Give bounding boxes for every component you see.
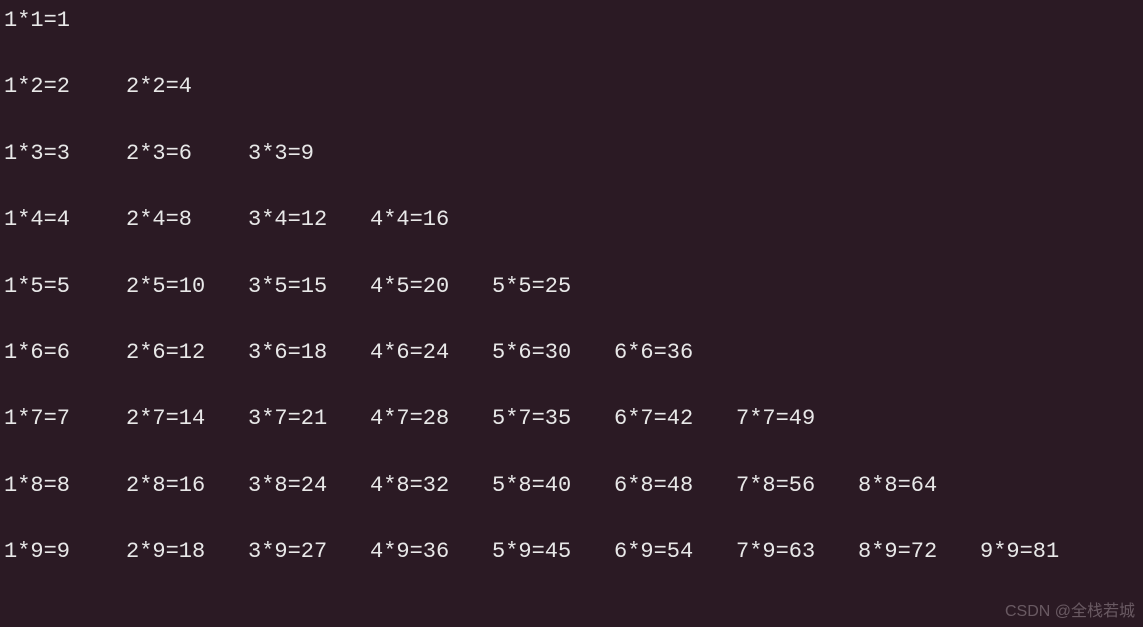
table-cell: 2*4=8 <box>126 207 248 233</box>
table-cell: 1*4=4 <box>4 207 126 233</box>
table-cell: 3*4=12 <box>248 207 370 233</box>
table-cell: 7*9=63 <box>736 539 858 565</box>
table-cell: 5*9=45 <box>492 539 614 565</box>
table-cell: 3*3=9 <box>248 141 370 167</box>
table-cell: 1*1=1 <box>4 8 126 34</box>
table-cell: 5*5=25 <box>492 274 614 300</box>
table-cell: 2*9=18 <box>126 539 248 565</box>
table-cell: 8*9=72 <box>858 539 980 565</box>
table-cell: 4*6=24 <box>370 340 492 366</box>
table-cell: 3*5=15 <box>248 274 370 300</box>
table-cell: 5*6=30 <box>492 340 614 366</box>
table-row: 1*8=82*8=163*8=244*8=325*8=406*8=487*8=5… <box>4 473 1139 499</box>
table-cell: 2*2=4 <box>126 74 248 100</box>
table-cell: 6*6=36 <box>614 340 736 366</box>
table-cell: 1*9=9 <box>4 539 126 565</box>
table-row: 1*2=22*2=4 <box>4 74 1139 100</box>
table-cell: 1*2=2 <box>4 74 126 100</box>
table-cell: 4*8=32 <box>370 473 492 499</box>
multiplication-table: 1*1=1 1*2=22*2=4 1*3=32*3=63*3=9 1*4=42*4=8… <box>4 8 1139 566</box>
table-cell: 4*4=16 <box>370 207 492 233</box>
table-row: 1*9=92*9=183*9=274*9=365*9=456*9=547*9=6… <box>4 539 1139 565</box>
table-cell: 1*3=3 <box>4 141 126 167</box>
table-cell: 2*3=6 <box>126 141 248 167</box>
watermark-text: CSDN @全栈若城 <box>1005 597 1135 621</box>
table-cell: 6*8=48 <box>614 473 736 499</box>
table-cell: 2*6=12 <box>126 340 248 366</box>
table-cell: 4*7=28 <box>370 406 492 432</box>
table-row: 1*3=32*3=63*3=9 <box>4 141 1139 167</box>
table-cell: 3*8=24 <box>248 473 370 499</box>
table-cell: 1*8=8 <box>4 473 126 499</box>
table-cell: 2*7=14 <box>126 406 248 432</box>
table-cell: 6*9=54 <box>614 539 736 565</box>
table-cell: 3*9=27 <box>248 539 370 565</box>
table-cell: 3*6=18 <box>248 340 370 366</box>
table-row: 1*7=72*7=143*7=214*7=285*7=356*7=427*7=4… <box>4 406 1139 432</box>
table-cell: 7*7=49 <box>736 406 858 432</box>
table-row: 1*1=1 <box>4 8 1139 34</box>
table-cell: 4*5=20 <box>370 274 492 300</box>
table-row: 1*5=52*5=103*5=154*5=205*5=25 <box>4 274 1139 300</box>
table-cell: 6*7=42 <box>614 406 736 432</box>
table-cell: 9*9=81 <box>980 539 1102 565</box>
table-cell: 5*8=40 <box>492 473 614 499</box>
table-cell: 1*5=5 <box>4 274 126 300</box>
table-cell: 8*8=64 <box>858 473 980 499</box>
table-cell: 4*9=36 <box>370 539 492 565</box>
table-cell: 1*7=7 <box>4 406 126 432</box>
table-cell: 2*8=16 <box>126 473 248 499</box>
table-cell: 7*8=56 <box>736 473 858 499</box>
table-cell: 3*7=21 <box>248 406 370 432</box>
table-cell: 1*6=6 <box>4 340 126 366</box>
table-row: 1*4=42*4=83*4=124*4=16 <box>4 207 1139 233</box>
table-cell: 5*7=35 <box>492 406 614 432</box>
table-row: 1*6=62*6=123*6=184*6=245*6=306*6=36 <box>4 340 1139 366</box>
table-cell: 2*5=10 <box>126 274 248 300</box>
